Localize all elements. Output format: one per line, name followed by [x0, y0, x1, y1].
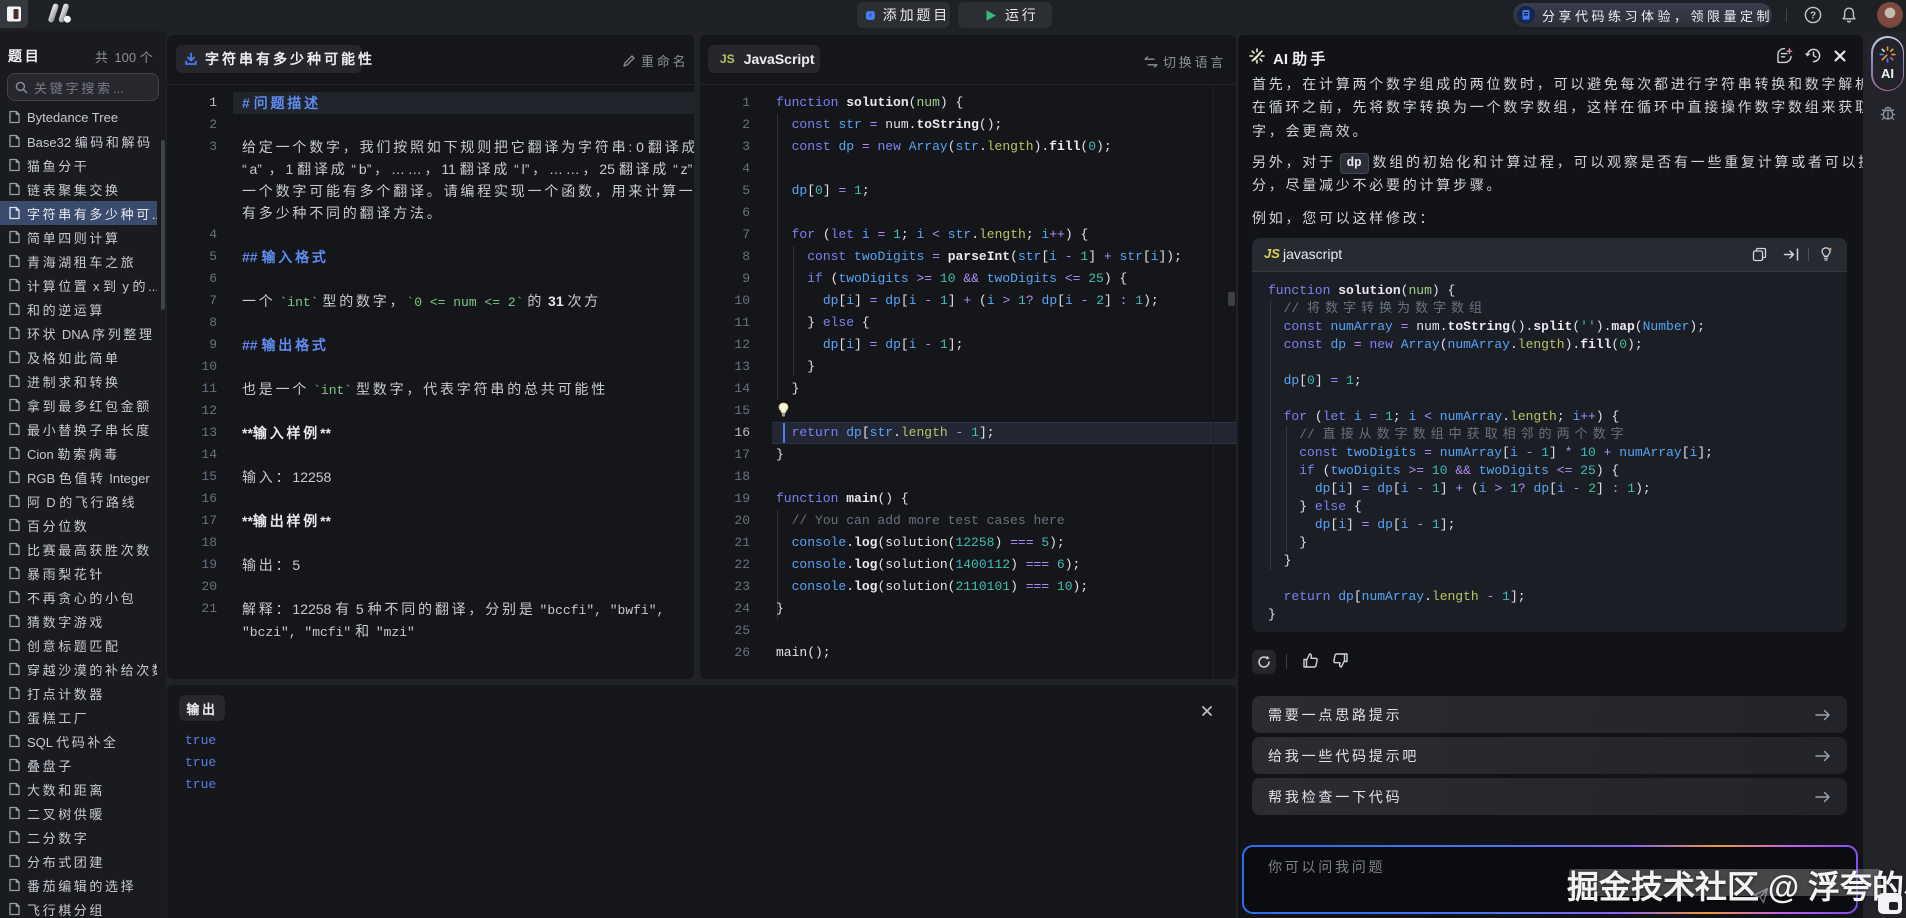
svg-text:?: ?: [1810, 11, 1816, 22]
